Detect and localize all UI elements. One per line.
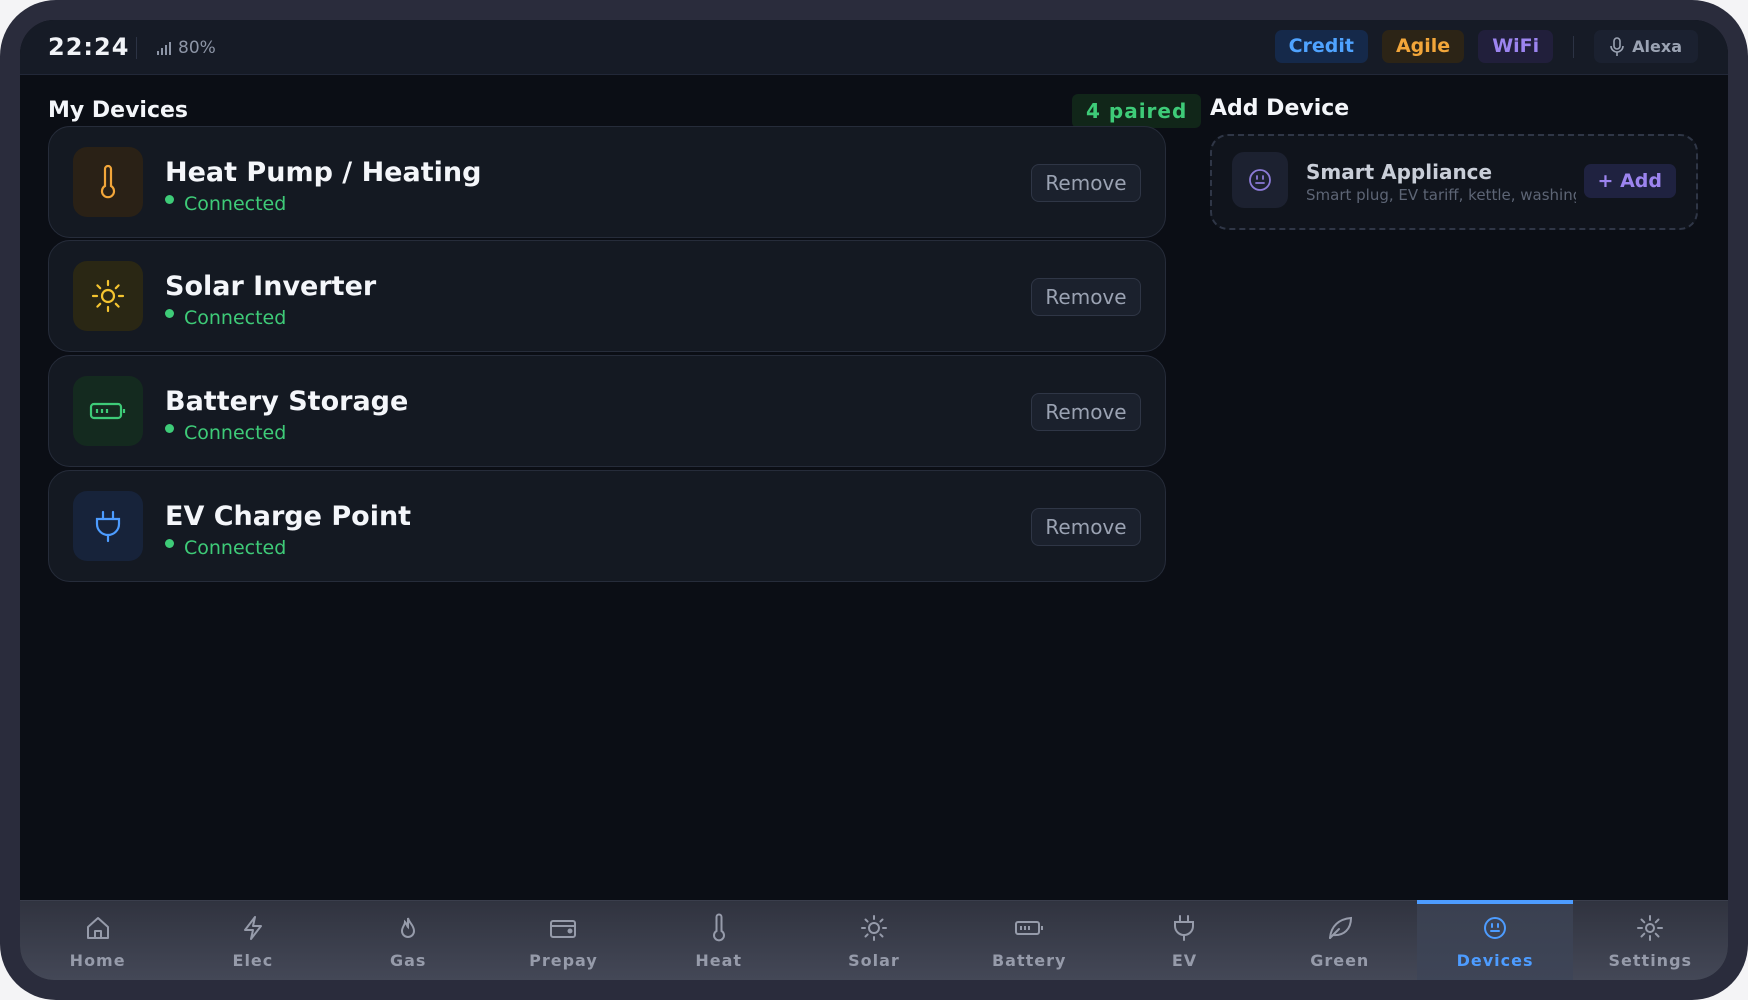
screen: 22:24 80% Credit Agile WiFi Alexa My Dev… <box>20 20 1728 980</box>
signal-bars-icon <box>157 42 171 55</box>
status-bar: 22:24 80% Credit Agile WiFi Alexa <box>20 20 1728 75</box>
nav-item-elec[interactable]: Elec <box>175 901 330 980</box>
add-device-card[interactable]: Smart Appliance Smart plug, EV tariff, k… <box>1210 134 1698 230</box>
nav-item-home[interactable]: Home <box>20 901 175 980</box>
device-status: Connected <box>165 422 286 444</box>
device-card-ev-charge-point[interactable]: EV Charge Point Connected Remove <box>48 470 1166 582</box>
add-device-name: Smart Appliance <box>1306 160 1493 184</box>
nav-label: Heat <box>695 951 743 970</box>
status-dot <box>165 424 174 433</box>
leaf-icon <box>1325 913 1355 943</box>
bottom-nav: Home Elec Gas Prepay Heat Solar Battery … <box>20 900 1728 980</box>
nav-label: Home <box>69 951 126 970</box>
device-status-label: Connected <box>184 307 287 329</box>
my-devices-title: My Devices <box>48 98 189 123</box>
credit-pill[interactable]: Credit <box>1274 30 1368 63</box>
sun-icon <box>73 261 143 331</box>
alexa-button[interactable]: Alexa <box>1594 30 1698 63</box>
status-dot <box>165 309 174 318</box>
nav-label: Battery <box>991 951 1067 970</box>
remove-button[interactable]: Remove <box>1031 393 1141 431</box>
device-status: Connected <box>165 307 286 329</box>
flame-icon <box>393 913 423 943</box>
nav-label: Devices <box>1456 951 1534 970</box>
nav-item-gas[interactable]: Gas <box>331 901 486 980</box>
nav-label: Settings <box>1608 951 1693 970</box>
battery-icon <box>73 376 143 446</box>
remove-button[interactable]: Remove <box>1031 278 1141 316</box>
device-status: Connected <box>165 537 286 559</box>
agile-pill[interactable]: Agile <box>1381 30 1465 63</box>
nav-item-ev[interactable]: EV <box>1107 901 1262 980</box>
nav-item-devices[interactable]: Devices <box>1417 900 1573 980</box>
status-dot <box>165 539 174 548</box>
home-icon <box>83 913 113 943</box>
add-device-subtitle: Smart plug, EV tariff, kettle, washing m… <box>1306 186 1576 204</box>
nav-item-battery[interactable]: Battery <box>952 901 1107 980</box>
lightning-icon <box>238 913 268 943</box>
nav-label: Green <box>1310 951 1370 970</box>
smart-appliance-icon <box>1480 913 1510 943</box>
remove-button[interactable]: Remove <box>1031 508 1141 546</box>
signal-indicator: 80% <box>156 38 216 58</box>
device-name: Solar Inverter <box>165 271 377 302</box>
nav-label: Elec <box>232 951 274 970</box>
nav-item-settings[interactable]: Settings <box>1573 901 1728 980</box>
device-name: EV Charge Point <box>165 501 412 532</box>
battery-icon <box>1014 913 1044 943</box>
gear-icon <box>1635 913 1665 943</box>
signal-strength: 80% <box>178 38 216 58</box>
device-card-solar-inverter[interactable]: Solar Inverter Connected Remove <box>48 240 1166 352</box>
paired-count-badge: 4 paired <box>1072 94 1202 128</box>
plug-icon <box>1169 913 1199 943</box>
status-divider <box>136 37 137 59</box>
device-frame: 22:24 80% Credit Agile WiFi Alexa My Dev… <box>0 0 1748 1000</box>
pill-divider <box>1573 35 1575 58</box>
add-button[interactable]: + Add <box>1583 164 1676 198</box>
device-name: Battery Storage <box>165 386 409 417</box>
device-name: Heat Pump / Heating <box>165 157 482 188</box>
device-status: Connected <box>165 193 286 215</box>
add-device-title: Add Device <box>1210 96 1350 121</box>
thermometer-icon <box>73 147 143 217</box>
nav-label: Prepay <box>529 951 598 970</box>
status-pills: Credit Agile WiFi Alexa <box>1274 30 1698 63</box>
remove-button[interactable]: Remove <box>1031 164 1141 202</box>
microphone-icon <box>1610 36 1624 56</box>
nav-item-solar[interactable]: Solar <box>796 901 951 980</box>
nav-label: EV <box>1171 951 1198 970</box>
device-card-heat-pump[interactable]: Heat Pump / Heating Connected Remove <box>48 126 1166 238</box>
nav-item-green[interactable]: Green <box>1262 901 1417 980</box>
thermometer-icon <box>704 913 734 943</box>
wifi-pill[interactable]: WiFi <box>1478 30 1554 63</box>
device-status-label: Connected <box>184 422 287 444</box>
device-status-label: Connected <box>184 193 287 215</box>
status-dot <box>165 195 174 204</box>
sun-icon <box>859 913 889 943</box>
smart-appliance-icon <box>1232 152 1288 208</box>
device-status-label: Connected <box>184 537 287 559</box>
nav-item-heat[interactable]: Heat <box>641 901 796 980</box>
clock: 22:24 <box>48 33 130 61</box>
nav-item-prepay[interactable]: Prepay <box>486 901 641 980</box>
alexa-label: Alexa <box>1632 37 1682 56</box>
nav-label: Solar <box>848 951 900 970</box>
device-card-battery-storage[interactable]: Battery Storage Connected Remove <box>48 355 1166 467</box>
wallet-icon <box>548 913 578 943</box>
nav-label: Gas <box>389 951 427 970</box>
plug-icon <box>73 491 143 561</box>
